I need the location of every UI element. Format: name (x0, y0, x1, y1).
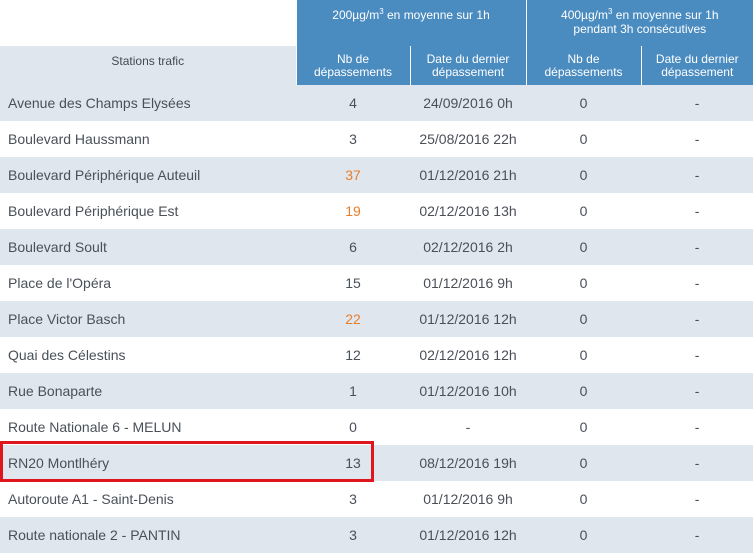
header-group-row: 200µg/m3 en moyenne sur 1h 400µg/m3 en m… (0, 0, 753, 46)
nb-exceed-400: 0 (526, 337, 642, 373)
nb-exceed-200: 0 (296, 409, 410, 445)
last-date-200: 01/12/2016 10h (410, 373, 527, 409)
stations-table: 200µg/m3 en moyenne sur 1h 400µg/m3 en m… (0, 0, 753, 553)
table-row: Boulevard Haussmann 3 25/08/2016 22h 0 - (0, 121, 753, 157)
nb-exceed-400: 0 (526, 157, 642, 193)
station-name: Place de l'Opéra (0, 265, 296, 301)
table-row: Place de l'Opéra 15 01/12/2016 9h 0 - (0, 265, 753, 301)
nb-exceed-200: 13 (296, 445, 410, 481)
last-date-200: 01/12/2016 9h (410, 265, 527, 301)
last-date-400: - (641, 301, 753, 337)
header-nb-200: Nb de dépassements (295, 46, 410, 85)
station-name: Boulevard Haussmann (0, 121, 296, 157)
nb-exceed-400: 0 (526, 193, 642, 229)
last-date-400: - (641, 229, 753, 265)
last-date-400: - (641, 409, 753, 445)
nb-exceed-200: 15 (296, 265, 410, 301)
nb-exceed-200: 3 (296, 121, 410, 157)
nb-exceed-400: 0 (526, 445, 642, 481)
last-date-400: - (641, 85, 753, 121)
nb-exceed-200: 37 (296, 157, 410, 193)
header-stations: Stations trafic (0, 46, 296, 85)
nb-exceed-200: 4 (296, 85, 410, 121)
table-row: Autoroute A1 - Saint-Denis 3 01/12/2016 … (0, 481, 753, 517)
last-date-400: - (641, 193, 753, 229)
nb-exceed-400: 0 (526, 517, 642, 553)
last-date-200: 02/12/2016 2h (410, 229, 527, 265)
last-date-400: - (641, 373, 753, 409)
last-date-400: - (641, 337, 753, 373)
nb-exceed-200: 1 (296, 373, 410, 409)
table-row: Quai des Célestins 12 02/12/2016 12h 0 - (0, 337, 753, 373)
nb-exceed-400: 0 (526, 481, 642, 517)
nb-exceed-400: 0 (526, 121, 642, 157)
table-row: Route nationale 2 - PANTIN 3 01/12/2016 … (0, 517, 753, 553)
station-name: Quai des Célestins (0, 337, 296, 373)
table-row: Boulevard Soult 6 02/12/2016 2h 0 - (0, 229, 753, 265)
table-body: Avenue des Champs Elysées 4 24/09/2016 0… (0, 85, 753, 553)
station-name: Route nationale 2 - PANTIN (0, 517, 296, 553)
last-date-200: 01/12/2016 12h (410, 517, 527, 553)
table-row: Avenue des Champs Elysées 4 24/09/2016 0… (0, 85, 753, 121)
last-date-400: - (641, 121, 753, 157)
last-date-400: - (641, 157, 753, 193)
nb-exceed-200: 12 (296, 337, 410, 373)
last-date-200: 08/12/2016 19h (410, 445, 527, 481)
nb-exceed-200: 3 (296, 481, 410, 517)
last-date-200: 02/12/2016 13h (410, 193, 527, 229)
table-row: Route Nationale 6 - MELUN 0 - 0 - (0, 409, 753, 445)
last-date-400: - (641, 445, 753, 481)
nb-exceed-200: 19 (296, 193, 410, 229)
last-date-200: 01/12/2016 21h (410, 157, 527, 193)
table-row: Boulevard Périphérique Est 19 02/12/2016… (0, 193, 753, 229)
header-date-200: Date du dernier dépassement (409, 46, 527, 85)
nb-exceed-400: 0 (526, 301, 642, 337)
station-name: Rue Bonaparte (0, 373, 296, 409)
station-name: Boulevard Périphérique Est (0, 193, 296, 229)
nb-exceed-400: 0 (526, 85, 642, 121)
nb-exceed-200: 3 (296, 517, 410, 553)
header-group-400: 400µg/m3 en moyenne sur 1h pendant 3h con… (525, 0, 753, 46)
header-blank-cell (0, 0, 296, 46)
station-name: Autoroute A1 - Saint-Denis (0, 481, 296, 517)
station-name: Boulevard Périphérique Auteuil (0, 157, 296, 193)
table-row: Place Victor Basch 22 01/12/2016 12h 0 - (0, 301, 753, 337)
last-date-200: 01/12/2016 9h (410, 481, 527, 517)
header-nb-400: Nb de dépassements (525, 46, 642, 85)
station-name: Avenue des Champs Elysées (0, 85, 296, 121)
station-name: Route Nationale 6 - MELUN (0, 409, 296, 445)
table-row-highlighted: RN20 Montlhéry 13 08/12/2016 19h 0 - (0, 445, 753, 481)
last-date-200: - (410, 409, 527, 445)
station-name: RN20 Montlhéry (0, 445, 296, 481)
last-date-200: 02/12/2016 12h (410, 337, 527, 373)
last-date-400: - (641, 517, 753, 553)
table-row: Rue Bonaparte 1 01/12/2016 10h 0 - (0, 373, 753, 409)
nb-exceed-400: 0 (526, 373, 642, 409)
station-name: Boulevard Soult (0, 229, 296, 265)
nb-exceed-400: 0 (526, 409, 642, 445)
nb-exceed-400: 0 (526, 265, 642, 301)
header-date-400: Date du dernier dépassement (640, 46, 753, 85)
station-name: Place Victor Basch (0, 301, 296, 337)
header-column-row: Stations trafic Nb de dépassements Date d… (0, 46, 753, 85)
nb-exceed-200: 6 (296, 229, 410, 265)
nb-exceed-400: 0 (526, 229, 642, 265)
header-group-200: 200µg/m3 en moyenne sur 1h (295, 0, 527, 46)
last-date-200: 01/12/2016 12h (410, 301, 527, 337)
last-date-400: - (641, 481, 753, 517)
last-date-400: - (641, 265, 753, 301)
table-row: Boulevard Périphérique Auteuil 37 01/12/… (0, 157, 753, 193)
nb-exceed-200: 22 (296, 301, 410, 337)
last-date-200: 24/09/2016 0h (410, 85, 527, 121)
last-date-200: 25/08/2016 22h (410, 121, 527, 157)
